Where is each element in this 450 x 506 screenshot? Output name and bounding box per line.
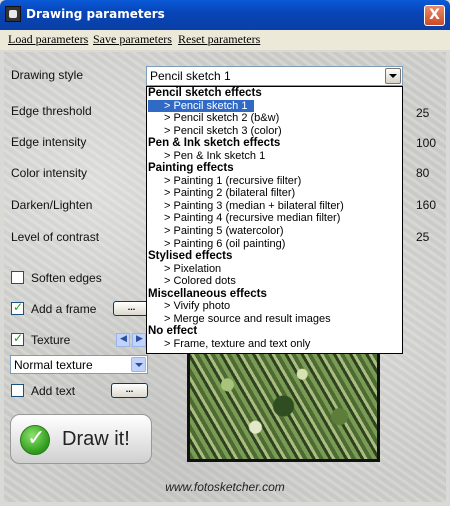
color-intensity-value: 80: [416, 166, 430, 180]
drawing-style-label: Drawing style: [11, 68, 84, 82]
dropdown-option[interactable]: > Pencil sketch 1: [148, 99, 254, 113]
draw-it-label: Draw it!: [62, 428, 130, 450]
app-icon: [5, 6, 21, 22]
soften-edges-label: Soften edges: [31, 271, 102, 285]
darken-lighten-value: 160: [416, 198, 437, 212]
dropdown-option[interactable]: > Frame, texture and text only: [147, 338, 402, 351]
title-bar: Drawing parameters X: [0, 0, 450, 30]
dropdown-option[interactable]: > Painting 3 (median + bilateral filter): [147, 200, 402, 213]
dropdown-group-header: Stylised effects: [148, 250, 233, 263]
level-of-contrast-label: Level of contrast: [11, 230, 100, 244]
dropdown-group-header: Miscellaneous effects: [148, 287, 267, 300]
menu-load-parameters[interactable]: Load parameters: [8, 32, 88, 47]
menu-reset-parameters[interactable]: Reset parameters: [178, 32, 260, 47]
dropdown-option[interactable]: > Painting 2 (bilateral filter): [147, 187, 402, 200]
soften-edges-checkbox[interactable]: [11, 271, 24, 284]
drawing-style-dropdown-list[interactable]: Pencil sketch effects > Pencil sketch 1 > …: [146, 86, 403, 354]
dropdown-option[interactable]: > Pen & Ink sketch 1: [147, 150, 402, 163]
dropdown-option[interactable]: > Colored dots: [147, 275, 402, 288]
dropdown-option-label: > Pencil sketch 1: [164, 99, 248, 112]
add-text-checkbox[interactable]: [11, 384, 24, 397]
close-button[interactable]: X: [424, 5, 445, 26]
texture-select[interactable]: Normal texture: [10, 355, 148, 374]
dropdown-option[interactable]: > Pencil sketch 3 (color): [147, 125, 402, 138]
add-text-label: Add text: [31, 384, 76, 398]
edge-threshold-label: Edge threshold: [11, 104, 92, 118]
text-options-button[interactable]: ...: [111, 383, 148, 398]
dropdown-group-header: Pen & Ink sketch effects: [148, 137, 281, 150]
dropdown-option[interactable]: > Painting 1 (recursive filter): [147, 175, 402, 188]
dropdown-option[interactable]: > Painting 5 (watercolor): [147, 225, 402, 238]
edge-intensity-label: Edge intensity: [11, 135, 87, 149]
dropdown-option[interactable]: > Painting 6 (oil painting): [147, 238, 402, 251]
dropdown-option[interactable]: > Pixelation: [147, 263, 402, 276]
texture-checkbox[interactable]: [11, 331, 24, 346]
frame-options-button[interactable]: ...: [113, 301, 150, 316]
dropdown-option[interactable]: > Merge source and result images: [147, 313, 402, 326]
preview-image: [187, 350, 380, 462]
menu-bar: Load parameters Save parameters Reset pa…: [0, 30, 450, 50]
dropdown-option[interactable]: > Painting 4 (recursive median filter): [147, 212, 402, 225]
drawing-style-selected: Pencil sketch 1: [150, 69, 231, 83]
texture-next-icon[interactable]: [132, 333, 146, 347]
menu-save-parameters[interactable]: Save parameters: [93, 32, 172, 47]
texture-prev-icon[interactable]: [116, 333, 130, 347]
dropdown-option[interactable]: > Vivify photo: [147, 300, 402, 313]
texture-select-value: Normal texture: [14, 358, 93, 372]
dropdown-group-header: Pencil sketch effects: [148, 87, 262, 99]
window-title: Drawing parameters: [26, 7, 165, 21]
chevron-down-icon[interactable]: [131, 357, 146, 372]
texture-label: Texture: [31, 333, 71, 347]
add-frame-checkbox[interactable]: [11, 300, 24, 315]
website-footer[interactable]: www.fotosketcher.com: [0, 480, 450, 494]
edge-threshold-value: 25: [416, 106, 430, 120]
color-intensity-label: Color intensity: [11, 166, 88, 180]
add-frame-label: Add a frame: [31, 302, 97, 316]
dropdown-option[interactable]: > Pencil sketch 2 (b&w): [147, 112, 402, 125]
check-icon: [20, 425, 50, 455]
drawing-style-combo[interactable]: Pencil sketch 1: [146, 66, 403, 86]
edge-intensity-value: 100: [416, 136, 437, 150]
dropdown-group-header: Painting effects: [148, 162, 234, 175]
level-of-contrast-value: 25: [416, 230, 430, 244]
chevron-down-icon[interactable]: [385, 68, 401, 84]
dropdown-group-header: No effect: [148, 325, 198, 338]
darken-lighten-label: Darken/Lighten: [11, 198, 93, 212]
draw-it-button[interactable]: Draw it!: [10, 414, 152, 464]
